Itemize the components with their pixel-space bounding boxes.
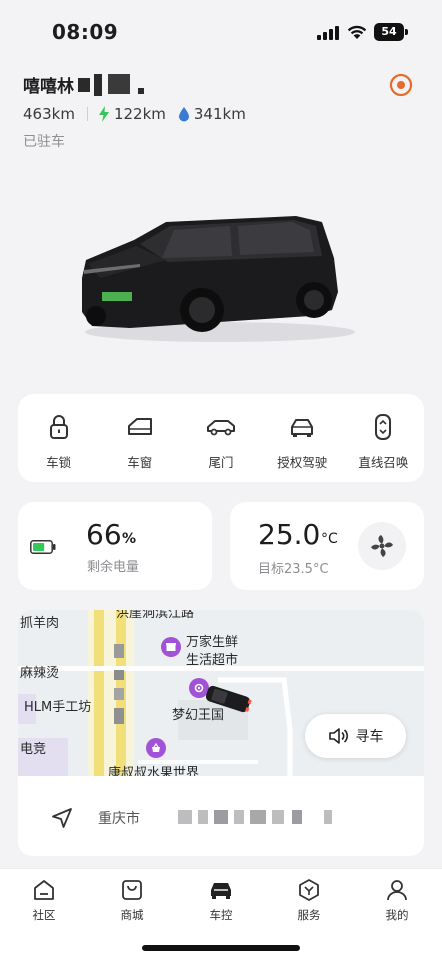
tab-service[interactable]: 服务 (279, 877, 339, 923)
car-image (70, 200, 360, 350)
map-label-fruit-world: 康叔叔水果世界 (108, 766, 200, 776)
map-label-yang-rou: 抓羊肉 (20, 616, 60, 631)
battery-indicator: 54 (374, 23, 404, 41)
car-name-redaction (78, 72, 158, 96)
battery-percent-unit: % (122, 531, 137, 547)
battery-percent: 66 (86, 518, 122, 551)
fan-button[interactable] (358, 522, 406, 570)
map-label-hlm: HLM手工坊 (24, 700, 92, 715)
map-label-supermarket-line2: 生活超市 (186, 653, 239, 668)
summon-icon (375, 414, 392, 440)
range-row: 463km 122km 341km (23, 103, 246, 125)
map-label-supermarket-line1: 万家生鲜 (186, 635, 239, 650)
quick-controls: 车锁 车窗 尾门 授权驾驶 直线召唤 (18, 394, 424, 482)
cabin-temperature: 25.0 (258, 518, 321, 551)
lock-icon (49, 415, 68, 439)
tab-community[interactable]: 社区 (14, 877, 74, 923)
store-icon (122, 880, 142, 900)
control-tailgate-label: 尾门 (208, 455, 234, 470)
window-icon (127, 418, 152, 435)
control-lock-label: 车锁 (46, 455, 72, 470)
tab-profile-label: 我的 (385, 908, 409, 922)
find-car-label: 寻车 (355, 729, 384, 745)
control-authorized-driving[interactable]: 授权驾驶 (262, 394, 343, 482)
battery-cap (405, 29, 408, 35)
supermarket-pin-icon (161, 637, 181, 657)
community-icon (34, 880, 54, 900)
battery-level-fill (33, 543, 45, 551)
tab-community-label: 社区 (32, 908, 56, 922)
address-city: 重庆市 (98, 811, 140, 827)
fan-icon (371, 535, 393, 557)
control-window-label: 车窗 (127, 455, 153, 470)
authorized-driving-icon (291, 419, 314, 437)
cellular-signal-icon (317, 26, 339, 40)
wifi-icon (347, 25, 367, 39)
target-icon (389, 73, 413, 97)
status-time: 08:09 (52, 20, 119, 44)
ev-range: 122km (98, 105, 166, 123)
map-label-dian-jing: 电竞 (20, 742, 47, 757)
locate-button[interactable] (388, 72, 414, 98)
control-summon[interactable]: 直线召唤 (343, 394, 424, 482)
fuel-range: 341km (178, 105, 246, 123)
profile-icon (387, 880, 407, 901)
control-authorized-driving-label: 授权驾驶 (277, 455, 328, 470)
find-car-button[interactable]: 寻车 (305, 714, 406, 758)
control-tailgate[interactable]: 尾门 (180, 394, 261, 482)
control-summon-label: 直线召唤 (358, 455, 409, 470)
home-indicator (142, 945, 300, 951)
parked-status: 已驻车 (23, 134, 65, 150)
tab-store[interactable]: 商城 (102, 877, 162, 923)
total-range: 463km (23, 105, 75, 123)
speaker-icon (328, 728, 348, 744)
fuel-drop-icon (178, 107, 189, 122)
temperature-unit: °C (321, 531, 338, 547)
tab-car-control-label: 车控 (209, 908, 233, 922)
map-label-top-road: 洪崖洞滨江路 (116, 610, 195, 621)
target-temperature: 目标23.5°C (258, 562, 329, 577)
fuel-range-value: 341km (193, 105, 246, 123)
car-control-icon (211, 883, 231, 899)
tab-profile[interactable]: 我的 (367, 877, 427, 923)
address-redaction (148, 808, 338, 828)
service-icon (299, 879, 319, 901)
battery-level-icon (30, 540, 56, 554)
shop-pin-icon (146, 738, 166, 758)
control-window[interactable]: 车窗 (99, 394, 180, 482)
map-label-mala: 麻辣烫 (20, 666, 60, 681)
navigation-arrow-icon (52, 808, 72, 828)
tab-store-label: 商城 (120, 908, 144, 922)
status-bar: 08:09 54 (0, 0, 442, 64)
car-location-marker-icon (205, 685, 252, 713)
range-divider (86, 107, 88, 121)
tab-service-label: 服务 (297, 908, 321, 922)
tailgate-icon (207, 420, 235, 436)
lightning-icon (98, 106, 109, 122)
ev-range-value: 122km (113, 105, 166, 123)
battery-label: 剩余电量 (87, 560, 140, 575)
tab-car-control[interactable]: 车控 (191, 877, 251, 923)
control-lock[interactable]: 车锁 (18, 394, 99, 482)
car-name[interactable]: 嘻嘻林 (23, 72, 74, 97)
